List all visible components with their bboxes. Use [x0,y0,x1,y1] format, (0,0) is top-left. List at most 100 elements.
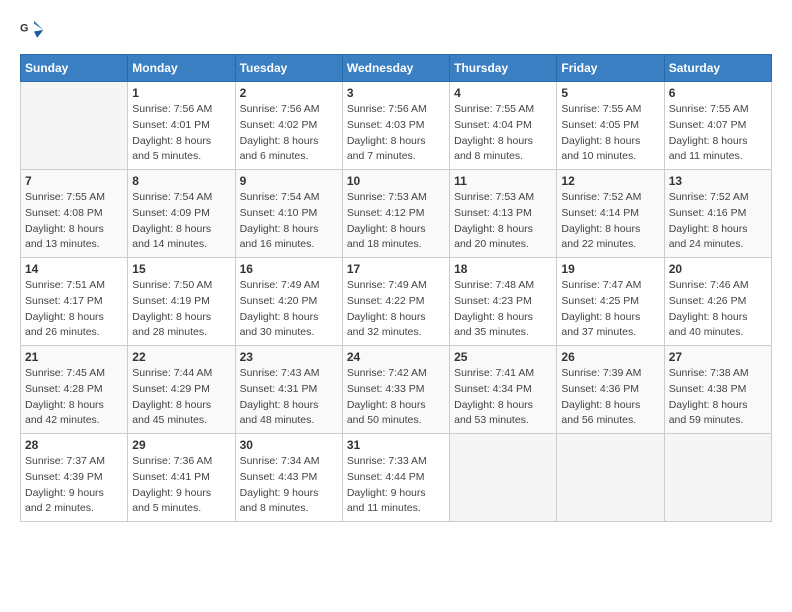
day-number: 12 [561,174,659,188]
day-number: 9 [240,174,338,188]
calendar-body: 1 Sunrise: 7:56 AMSunset: 4:01 PMDaylight… [21,82,772,522]
day-cell: 29Sunrise: 7:36 AMSunset: 4:41 PMDayligh… [128,434,235,522]
day-info: Sunrise: 7:52 AMSunset: 4:14 PMDaylight:… [561,190,659,253]
day-info: Sunrise: 7:49 AMSunset: 4:20 PMDaylight:… [240,278,338,341]
day-info: Sunrise: 7:52 AMSunset: 4:16 PMDaylight:… [669,190,767,253]
week-row: 21 Sunrise: 7:45 AMSunset: 4:28 PMDayligh… [21,346,772,434]
day-cell: 8Sunrise: 7:54 AMSunset: 4:09 PMDaylight… [128,170,235,258]
day-cell: 5 Sunrise: 7:55 AMSunset: 4:05 PMDaylight… [557,82,664,170]
day-number: 27 [669,350,767,364]
day-cell [450,434,557,522]
week-row: 28 Sunrise: 7:37 AMSunset: 4:39 PMDayligh… [21,434,772,522]
day-cell: 11 Sunrise: 7:53 AMSunset: 4:13 PMDayligh… [450,170,557,258]
day-number: 7 [25,174,123,188]
day-info: Sunrise: 7:55 AMSunset: 4:05 PMDaylight:… [561,102,659,165]
day-number: 2 [240,86,338,100]
column-header-saturday: Saturday [664,55,771,82]
day-number: 8 [132,174,230,188]
logo: G [20,16,52,44]
header-row: SundayMondayTuesdayWednesdayThursdayFrid… [21,55,772,82]
day-info: Sunrise: 7:51 AMSunset: 4:17 PMDaylight:… [25,278,123,341]
day-cell: 19 Sunrise: 7:47 AMSunset: 4:25 PMDayligh… [557,258,664,346]
week-row: 1 Sunrise: 7:56 AMSunset: 4:01 PMDaylight… [21,82,772,170]
day-cell: 17 Sunrise: 7:49 AMSunset: 4:22 PMDayligh… [342,258,449,346]
day-info: Sunrise: 7:39 AMSunset: 4:36 PMDaylight:… [561,366,659,429]
day-number: 15 [132,262,230,276]
day-info: Sunrise: 7:33 AMSunset: 4:44 PMDaylight:… [347,454,445,517]
day-info: Sunrise: 7:53 AMSunset: 4:13 PMDaylight:… [454,190,552,253]
day-number: 5 [561,86,659,100]
day-info: Sunrise: 7:43 AMSunset: 4:31 PMDaylight:… [240,366,338,429]
day-info: Sunrise: 7:53 AMSunset: 4:12 PMDaylight:… [347,190,445,253]
day-number: 23 [240,350,338,364]
day-cell: 16 Sunrise: 7:49 AMSunset: 4:20 PMDayligh… [235,258,342,346]
day-number: 25 [454,350,552,364]
day-info: Sunrise: 7:55 AMSunset: 4:07 PMDaylight:… [669,102,767,165]
column-header-sunday: Sunday [21,55,128,82]
day-info: Sunrise: 7:54 AMSunset: 4:10 PMDaylight:… [240,190,338,253]
day-cell [557,434,664,522]
day-info: Sunrise: 7:55 AMSunset: 4:04 PMDaylight:… [454,102,552,165]
day-cell: 7 Sunrise: 7:55 AMSunset: 4:08 PMDaylight… [21,170,128,258]
day-cell: 13Sunrise: 7:52 AMSunset: 4:16 PMDayligh… [664,170,771,258]
day-info: Sunrise: 7:42 AMSunset: 4:33 PMDaylight:… [347,366,445,429]
column-header-monday: Monday [128,55,235,82]
logo-icon: G [20,16,48,44]
day-number: 18 [454,262,552,276]
day-number: 31 [347,438,445,452]
day-info: Sunrise: 7:45 AMSunset: 4:28 PMDaylight:… [25,366,123,429]
day-info: Sunrise: 7:34 AMSunset: 4:43 PMDaylight:… [240,454,338,517]
day-cell: 21 Sunrise: 7:45 AMSunset: 4:28 PMDayligh… [21,346,128,434]
day-cell: 28 Sunrise: 7:37 AMSunset: 4:39 PMDayligh… [21,434,128,522]
day-info: Sunrise: 7:44 AMSunset: 4:29 PMDaylight:… [132,366,230,429]
day-info: Sunrise: 7:56 AMSunset: 4:01 PMDaylight:… [132,102,230,165]
day-cell: 3Sunrise: 7:56 AMSunset: 4:03 PMDaylight… [342,82,449,170]
week-row: 14Sunrise: 7:51 AMSunset: 4:17 PMDayligh… [21,258,772,346]
day-cell: 15 Sunrise: 7:50 AMSunset: 4:19 PMDayligh… [128,258,235,346]
day-cell: 9 Sunrise: 7:54 AMSunset: 4:10 PMDaylight… [235,170,342,258]
day-cell: 26Sunrise: 7:39 AMSunset: 4:36 PMDayligh… [557,346,664,434]
day-info: Sunrise: 7:36 AMSunset: 4:41 PMDaylight:… [132,454,230,517]
day-info: Sunrise: 7:37 AMSunset: 4:39 PMDaylight:… [25,454,123,517]
day-cell: 23 Sunrise: 7:43 AMSunset: 4:31 PMDayligh… [235,346,342,434]
day-cell: 14Sunrise: 7:51 AMSunset: 4:17 PMDayligh… [21,258,128,346]
day-info: Sunrise: 7:49 AMSunset: 4:22 PMDaylight:… [347,278,445,341]
day-info: Sunrise: 7:46 AMSunset: 4:26 PMDaylight:… [669,278,767,341]
day-cell: 20Sunrise: 7:46 AMSunset: 4:26 PMDayligh… [664,258,771,346]
day-number: 11 [454,174,552,188]
day-info: Sunrise: 7:50 AMSunset: 4:19 PMDaylight:… [132,278,230,341]
column-header-thursday: Thursday [450,55,557,82]
day-cell: 22Sunrise: 7:44 AMSunset: 4:29 PMDayligh… [128,346,235,434]
day-cell: 4 Sunrise: 7:55 AMSunset: 4:04 PMDaylight… [450,82,557,170]
day-info: Sunrise: 7:47 AMSunset: 4:25 PMDaylight:… [561,278,659,341]
day-cell: 1 Sunrise: 7:56 AMSunset: 4:01 PMDaylight… [128,82,235,170]
day-cell: 18Sunrise: 7:48 AMSunset: 4:23 PMDayligh… [450,258,557,346]
day-cell: 27 Sunrise: 7:38 AMSunset: 4:38 PMDayligh… [664,346,771,434]
day-cell: 31 Sunrise: 7:33 AMSunset: 4:44 PMDayligh… [342,434,449,522]
calendar-table: SundayMondayTuesdayWednesdayThursdayFrid… [20,54,772,522]
day-number: 30 [240,438,338,452]
day-number: 17 [347,262,445,276]
day-info: Sunrise: 7:56 AMSunset: 4:02 PMDaylight:… [240,102,338,165]
day-number: 1 [132,86,230,100]
day-cell: 12 Sunrise: 7:52 AMSunset: 4:14 PMDayligh… [557,170,664,258]
day-info: Sunrise: 7:38 AMSunset: 4:38 PMDaylight:… [669,366,767,429]
day-number: 19 [561,262,659,276]
day-info: Sunrise: 7:55 AMSunset: 4:08 PMDaylight:… [25,190,123,253]
day-number: 3 [347,86,445,100]
day-cell [21,82,128,170]
svg-text:G: G [20,23,28,35]
day-number: 21 [25,350,123,364]
day-cell: 2 Sunrise: 7:56 AMSunset: 4:02 PMDaylight… [235,82,342,170]
day-number: 4 [454,86,552,100]
column-header-tuesday: Tuesday [235,55,342,82]
day-cell: 30 Sunrise: 7:34 AMSunset: 4:43 PMDayligh… [235,434,342,522]
day-number: 16 [240,262,338,276]
day-cell: 25 Sunrise: 7:41 AMSunset: 4:34 PMDayligh… [450,346,557,434]
page-header: G [20,16,772,44]
day-number: 28 [25,438,123,452]
column-header-wednesday: Wednesday [342,55,449,82]
day-number: 10 [347,174,445,188]
day-cell: 24Sunrise: 7:42 AMSunset: 4:33 PMDayligh… [342,346,449,434]
day-info: Sunrise: 7:41 AMSunset: 4:34 PMDaylight:… [454,366,552,429]
